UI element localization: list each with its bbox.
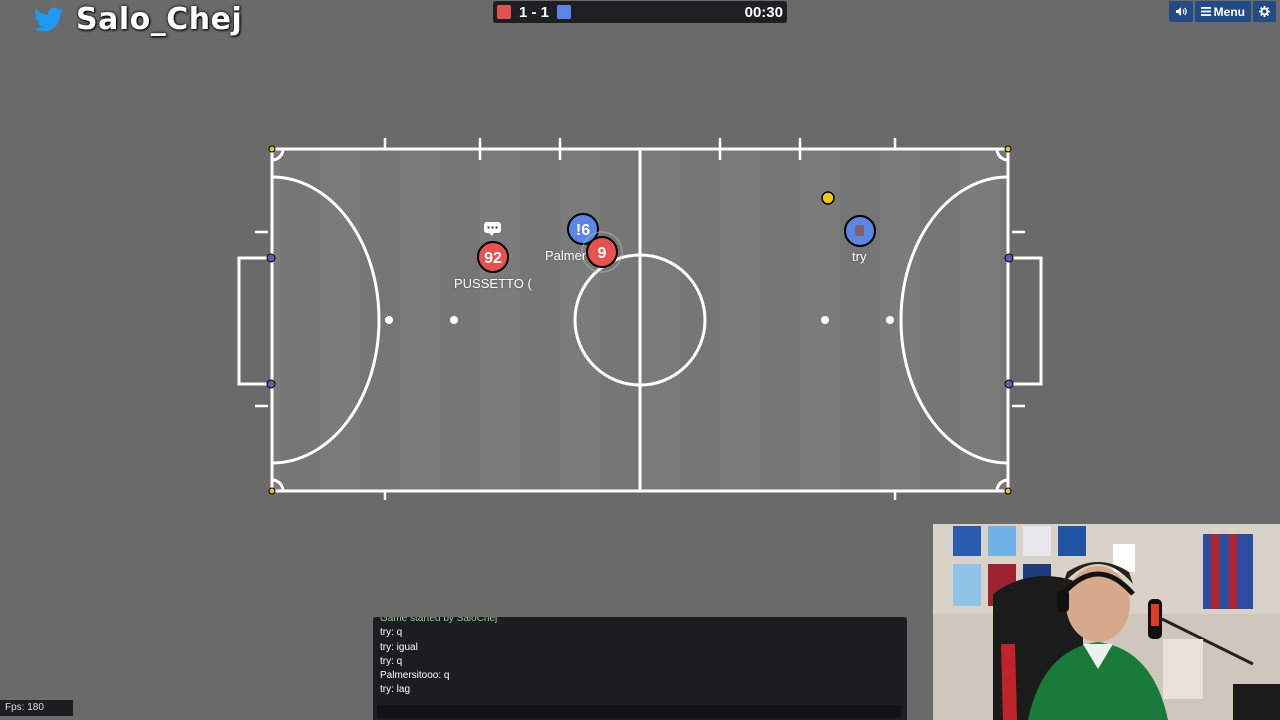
chat-message: try: igual bbox=[380, 641, 418, 653]
chat-message: try: lag bbox=[380, 684, 411, 696]
chat-message: Palmersitooo: q bbox=[380, 670, 450, 682]
player-avatar-icon bbox=[855, 225, 864, 236]
nick-palmer: Palmer bbox=[545, 248, 587, 263]
ball bbox=[821, 191, 835, 205]
player-blue-try[interactable] bbox=[844, 215, 876, 247]
webcam-overlay bbox=[933, 524, 1280, 720]
nick-pussetto: PUSSETTO ( bbox=[454, 276, 532, 291]
player-number: !6 bbox=[576, 222, 590, 239]
player-number: 9 bbox=[598, 245, 607, 262]
webcam-feed bbox=[933, 524, 1280, 720]
chat-panel: Game started by SaloChej try: q try: igu… bbox=[373, 617, 907, 720]
chat-message: try: q bbox=[380, 655, 403, 667]
chat-input[interactable] bbox=[377, 705, 901, 718]
nick-try: try bbox=[852, 249, 867, 264]
player-red-9[interactable]: 9 bbox=[581, 231, 623, 273]
chat-message: try: q bbox=[380, 627, 403, 639]
fps-counter: Fps: 180 bbox=[0, 700, 73, 716]
chat-message-system: Game started by SaloChej bbox=[380, 617, 498, 624]
player-red-92[interactable]: 92 bbox=[477, 241, 509, 273]
player-number: 92 bbox=[484, 250, 502, 267]
